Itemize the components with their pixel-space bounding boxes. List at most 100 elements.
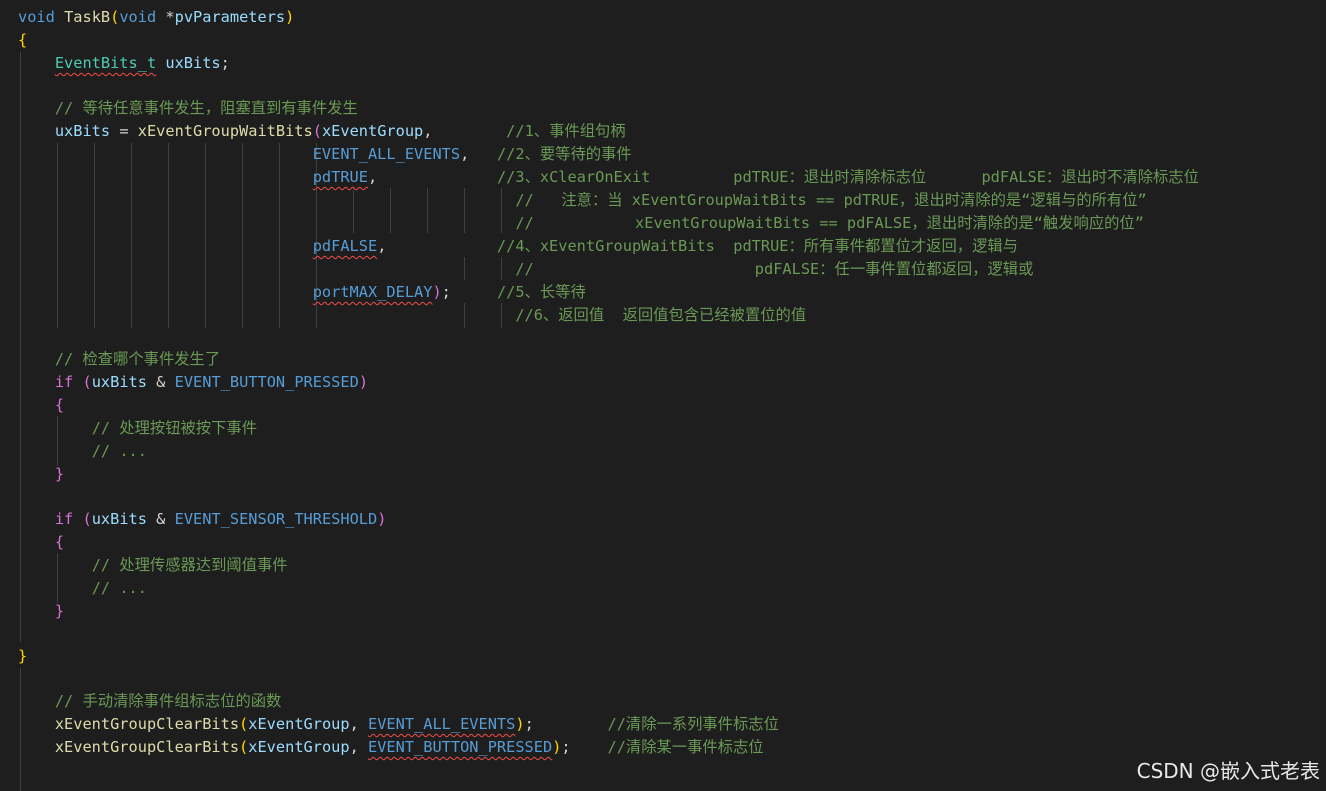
code-line[interactable]: // 检查哪个事件发生了	[18, 348, 220, 371]
bracket: }	[18, 647, 28, 665]
bracket: (	[239, 715, 249, 733]
comment: //2、要等待的事件	[496, 145, 632, 163]
code-line[interactable]: // pdFALSE：任一事件置位都返回，逻辑或	[18, 258, 1033, 281]
function-name: xEventGroupClearBits	[54, 738, 240, 756]
code-line[interactable]: xEventGroupClearBits(xEventGroup, EVENT_…	[18, 736, 764, 759]
bracket: (	[239, 738, 249, 756]
argument: xEventGroup	[248, 738, 350, 756]
token: &	[146, 510, 175, 528]
comment: // 手动清除事件组标志位的函数	[54, 692, 282, 710]
bracket: }	[54, 465, 65, 483]
macro: EVENT_BUTTON_PRESSED	[368, 738, 553, 756]
token: =	[110, 122, 138, 140]
argument: xEventGroup	[321, 122, 424, 140]
bracket: )	[432, 283, 442, 301]
code-line[interactable]: pdFALSE, //4、xEventGroupWaitBits pdTRUE：…	[18, 235, 1018, 258]
bracket: }	[54, 602, 65, 620]
code-editor[interactable]: void TaskB(void *pvParameters) { EventBi…	[0, 0, 1326, 791]
comment: // xEventGroupWaitBits == pdFALSE，退出时清除的…	[515, 214, 1144, 232]
code-line[interactable]: portMAX_DELAY); //5、长等待	[18, 281, 586, 304]
comment: //3、xClearOnExit pdTRUE：退出时清除标志位 pdFALSE…	[496, 168, 1199, 186]
code-line[interactable]: // 注意：当 xEventGroupWaitBits == pdTRUE，退出…	[18, 189, 1146, 212]
macro: EVENT_ALL_EVENTS	[368, 715, 516, 733]
comment: //4、xEventGroupWaitBits pdTRUE：所有事件都置位才返…	[496, 237, 1018, 255]
comment: // 处理传感器达到阈值事件	[91, 556, 288, 574]
keyword: void	[119, 8, 157, 26]
comment: // 等待任意事件发生，阻塞直到有事件发生	[54, 99, 358, 117]
bracket: (	[110, 8, 120, 26]
code-line[interactable]: if (uxBits & EVENT_BUTTON_PRESSED)	[18, 371, 368, 394]
token: ,	[423, 122, 433, 140]
bracket: )	[515, 715, 525, 733]
bracket: (	[82, 373, 92, 391]
comment: //清除某一事件标志位	[607, 738, 764, 756]
code-line[interactable]: // 等待任意事件发生，阻塞直到有事件发生	[18, 97, 358, 120]
code-line[interactable]: xEventGroupClearBits(xEventGroup, EVENT_…	[18, 713, 779, 736]
code-line[interactable]: // xEventGroupWaitBits == pdFALSE，退出时清除的…	[18, 212, 1144, 235]
code-line[interactable]: // 手动清除事件组标志位的函数	[18, 690, 282, 713]
token: ;	[441, 283, 451, 301]
code-line[interactable]: void TaskB(void *pvParameters)	[18, 6, 294, 29]
token: ,	[349, 738, 368, 756]
comment: // ...	[91, 442, 147, 460]
code-line[interactable]: EventBits_t uxBits;	[18, 52, 230, 75]
keyword: if	[54, 373, 74, 391]
token: ,	[377, 237, 387, 255]
token: *	[156, 8, 175, 26]
code-line[interactable]: }	[18, 463, 64, 486]
code-line[interactable]: EVENT_ALL_EVENTS, //2、要等待的事件	[18, 143, 632, 166]
token: &	[146, 373, 175, 391]
macro: EVENT_SENSOR_THRESHOLD	[174, 510, 378, 528]
function-name: xEventGroupWaitBits	[137, 122, 313, 140]
variable: uxBits	[54, 122, 111, 140]
macro: EVENT_ALL_EVENTS	[312, 145, 461, 163]
variable: uxBits	[165, 54, 221, 72]
code-line[interactable]: //6、返回值 返回值包含已经被置位的值	[18, 304, 806, 327]
variable: uxBits	[91, 373, 147, 391]
bracket: {	[18, 31, 28, 49]
code-line[interactable]: {	[18, 531, 64, 554]
comment: // 处理按钮被按下事件	[91, 419, 257, 437]
code-line[interactable]: if (uxBits & EVENT_SENSOR_THRESHOLD)	[18, 508, 387, 531]
function-name: TaskB	[64, 8, 111, 26]
bracket: (	[312, 122, 322, 140]
code-line[interactable]: // 处理按钮被按下事件	[18, 417, 257, 440]
comment: //1、事件组句柄	[506, 122, 626, 140]
comment: // 检查哪个事件发生了	[54, 350, 221, 368]
comment: //清除一系列事件标志位	[607, 715, 779, 733]
code-line[interactable]: // ...	[18, 440, 147, 463]
token: ,	[460, 145, 470, 163]
code-line[interactable]: {	[18, 29, 27, 52]
bracket: {	[54, 396, 65, 414]
bracket: (	[82, 510, 92, 528]
code-line[interactable]: pdTRUE, //3、xClearOnExit pdTRUE：退出时清除标志位…	[18, 166, 1199, 189]
bracket: )	[377, 510, 387, 528]
token: ;	[220, 54, 230, 72]
type-name: EventBits_t	[54, 54, 157, 72]
argument: xEventGroup	[248, 715, 350, 733]
comment: //6、返回值 返回值包含已经被置位的值	[515, 306, 807, 324]
code-line[interactable]: uxBits = xEventGroupWaitBits(xEventGroup…	[18, 120, 626, 143]
bracket: )	[285, 8, 295, 26]
code-line[interactable]: {	[18, 394, 64, 417]
comment: // pdFALSE：任一事件置位都返回，逻辑或	[515, 260, 1034, 278]
token: ,	[349, 715, 368, 733]
keyword: void	[18, 8, 55, 26]
token: ;	[561, 738, 571, 756]
watermark: CSDN @嵌入式老表	[1136, 759, 1320, 783]
macro: portMAX_DELAY	[312, 283, 433, 301]
bracket: )	[358, 373, 369, 391]
macro: EVENT_BUTTON_PRESSED	[174, 373, 359, 391]
macro: pdFALSE	[312, 237, 378, 255]
code-line[interactable]: }	[18, 600, 64, 623]
code-line[interactable]: // 处理传感器达到阈值事件	[18, 554, 288, 577]
code-line[interactable]: }	[18, 645, 27, 668]
comment: // ...	[91, 579, 147, 597]
macro: pdTRUE	[312, 168, 368, 186]
code-line[interactable]: // ...	[18, 577, 147, 600]
bracket: {	[54, 533, 65, 551]
token: ,	[367, 168, 378, 186]
keyword: if	[54, 510, 74, 528]
parameter: pvParameters	[174, 8, 286, 26]
